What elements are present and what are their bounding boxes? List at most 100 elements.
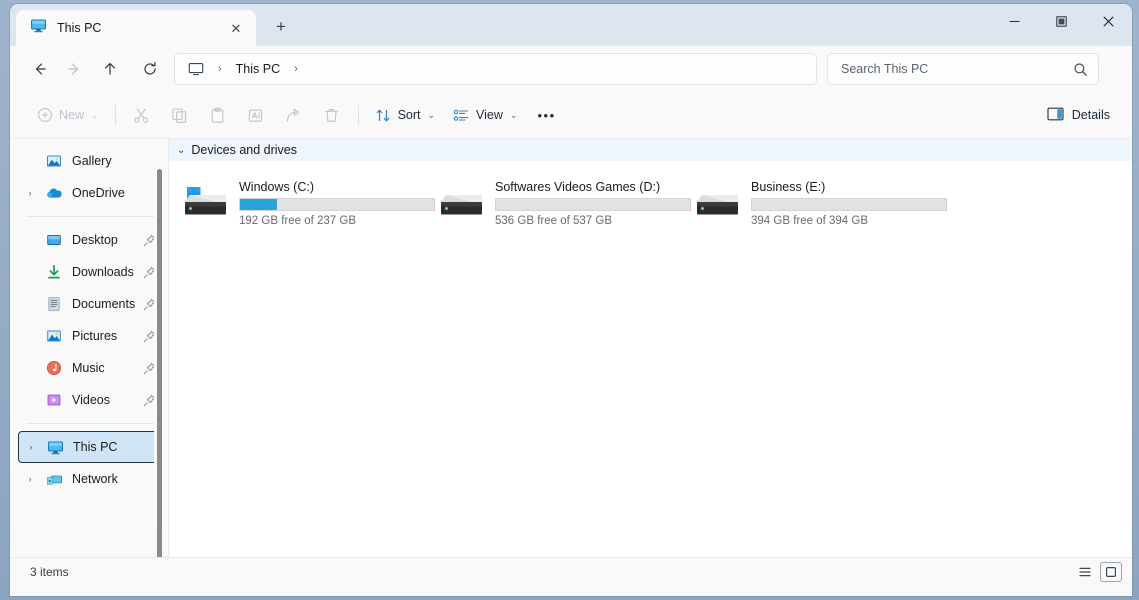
- view-icon: [453, 107, 470, 124]
- status-bar: 3 items: [10, 557, 1132, 585]
- documents-icon: [42, 296, 66, 312]
- sidebar-item-label: OneDrive: [72, 186, 125, 200]
- tab-close-button[interactable]: ✕: [224, 16, 248, 40]
- tab-title: This PC: [57, 21, 102, 35]
- drive-name: Windows (C:): [239, 179, 315, 194]
- breadcrumb[interactable]: › This PC ›: [174, 53, 817, 85]
- chevron-down-icon: ⌄: [427, 109, 436, 120]
- details-pane-button[interactable]: Details: [1037, 99, 1120, 131]
- pictures-icon: [42, 328, 66, 344]
- drive-free-space: 536 GB free of 537 GB: [495, 214, 612, 227]
- sidebar-item-gallery[interactable]: Gallery: [18, 145, 162, 177]
- sidebar-item-label: Pictures: [72, 329, 118, 343]
- new-button[interactable]: New ⌄: [28, 99, 108, 131]
- breadcrumb-separator: ›: [218, 63, 222, 75]
- sidebar-item-downloads[interactable]: Downloads: [18, 256, 162, 288]
- address-bar-row: › This PC › Search This PC: [10, 46, 1132, 92]
- sidebar-item-network[interactable]: › Network: [18, 463, 162, 495]
- drive-tile-softwares-videos-games-d[interactable]: Softwares Videos Games (D:) 536 GB free …: [433, 171, 691, 233]
- forward-button[interactable]: [58, 53, 90, 85]
- delete-button[interactable]: [313, 99, 351, 131]
- sidebar-item-music[interactable]: Music: [18, 352, 162, 384]
- group-header-label: Devices and drives: [191, 143, 297, 157]
- sidebar-item-label: This PC: [73, 440, 118, 454]
- chevron-right-icon[interactable]: ›: [19, 442, 43, 452]
- music-icon: [42, 360, 66, 376]
- sidebar-item-desktop[interactable]: Desktop: [18, 224, 162, 256]
- rename-button[interactable]: [237, 99, 275, 131]
- desktop-background: This PC ✕ + › This PC › Search This PC N…: [0, 0, 1139, 600]
- title-bar: This PC ✕ +: [10, 4, 1132, 46]
- copy-icon: [171, 107, 188, 124]
- tile-view-button[interactable]: [1100, 561, 1122, 582]
- sidebar-item-label: Desktop: [72, 233, 118, 247]
- copy-button[interactable]: [161, 99, 199, 131]
- scissors-icon: [133, 107, 150, 124]
- paste-button[interactable]: [199, 99, 237, 131]
- chevron-down-icon: ⌄: [509, 109, 518, 120]
- sidebar-item-onedrive[interactable]: › OneDrive: [18, 177, 162, 209]
- new-button-label: New: [59, 108, 85, 122]
- this-pc-icon: [30, 17, 47, 39]
- sidebar-item-videos[interactable]: Videos: [18, 384, 162, 416]
- desktop-icon: [42, 232, 66, 248]
- sidebar-divider: [26, 216, 154, 217]
- drive-free-space: 394 GB free of 394 GB: [751, 214, 868, 227]
- sidebar-item-documents[interactable]: Documents: [18, 288, 162, 320]
- sidebar-item-this-pc[interactable]: › This PC: [18, 431, 162, 463]
- gallery-icon: [42, 153, 66, 169]
- videos-icon: [42, 392, 66, 408]
- sort-button[interactable]: Sort ⌄: [366, 99, 444, 131]
- breadcrumb-item-this-pc[interactable]: This PC: [231, 59, 285, 79]
- cut-button[interactable]: [123, 99, 161, 131]
- search-icon[interactable]: [1073, 62, 1088, 77]
- navigation-pane: Gallery › OneDrive Desktop Downloads Doc…: [10, 139, 168, 557]
- sidebar-item-pictures[interactable]: Pictures: [18, 320, 162, 352]
- drive-info: Windows (C:) 192 GB free of 237 GB: [239, 173, 435, 231]
- new-tab-button[interactable]: +: [264, 10, 298, 44]
- chevron-down-icon[interactable]: ⌄: [177, 145, 185, 156]
- ellipsis-icon: •••: [537, 107, 556, 123]
- search-input[interactable]: Search This PC: [827, 53, 1099, 85]
- sidebar-item-label: Network: [72, 472, 118, 486]
- sidebar-item-label: Videos: [72, 393, 110, 407]
- back-button[interactable]: [24, 53, 56, 85]
- refresh-button[interactable]: [134, 53, 166, 85]
- drive-tile-windows-c[interactable]: Windows (C:) 192 GB free of 237 GB: [177, 171, 435, 233]
- view-toggle-group: [1074, 561, 1122, 582]
- rename-icon: [247, 107, 264, 124]
- sidebar-scrollbar-thumb[interactable]: [157, 169, 162, 557]
- more-options-button[interactable]: •••: [526, 99, 566, 131]
- list-view-button[interactable]: [1074, 562, 1096, 582]
- window-controls: [991, 4, 1132, 38]
- group-header-devices-and-drives[interactable]: ⌄ Devices and drives: [169, 139, 1132, 161]
- drive-tile-list: Windows (C:) 192 GB free of 237 GB Softw…: [169, 161, 1132, 233]
- view-button-label: View: [476, 108, 503, 122]
- close-button[interactable]: [1085, 4, 1132, 38]
- drive-name: Softwares Videos Games (D:): [495, 179, 661, 194]
- file-explorer-window: This PC ✕ + › This PC › Search This PC N…: [10, 4, 1132, 596]
- breadcrumb-separator-2[interactable]: ›: [287, 63, 305, 75]
- drive-icon: [693, 173, 743, 231]
- sidebar-scrollbar[interactable]: [154, 167, 164, 557]
- share-button[interactable]: [275, 99, 313, 131]
- sort-button-label: Sort: [397, 108, 421, 122]
- plus-circle-icon: [37, 107, 53, 123]
- chevron-right-icon[interactable]: ›: [18, 474, 42, 484]
- drive-capacity-bar: [495, 197, 691, 211]
- drive-capacity-bar: [239, 197, 435, 211]
- up-button[interactable]: [94, 53, 126, 85]
- maximize-button[interactable]: [1038, 4, 1085, 38]
- tab-this-pc[interactable]: This PC ✕: [16, 10, 256, 46]
- details-pane-icon: [1047, 106, 1064, 125]
- explorer-body: Gallery › OneDrive Desktop Downloads Doc…: [10, 139, 1132, 557]
- chevron-right-icon[interactable]: ›: [18, 188, 42, 198]
- view-button[interactable]: View ⌄: [444, 99, 526, 131]
- this-pc-icon: [43, 439, 67, 456]
- drive-capacity-bar: [751, 197, 947, 211]
- chevron-down-icon: ⌄: [91, 109, 99, 120]
- sidebar-item-label: Downloads: [72, 265, 134, 279]
- item-count-label: 3 items: [30, 564, 69, 579]
- drive-tile-business-e[interactable]: Business (E:) 394 GB free of 394 GB: [689, 171, 947, 233]
- minimize-button[interactable]: [991, 4, 1038, 38]
